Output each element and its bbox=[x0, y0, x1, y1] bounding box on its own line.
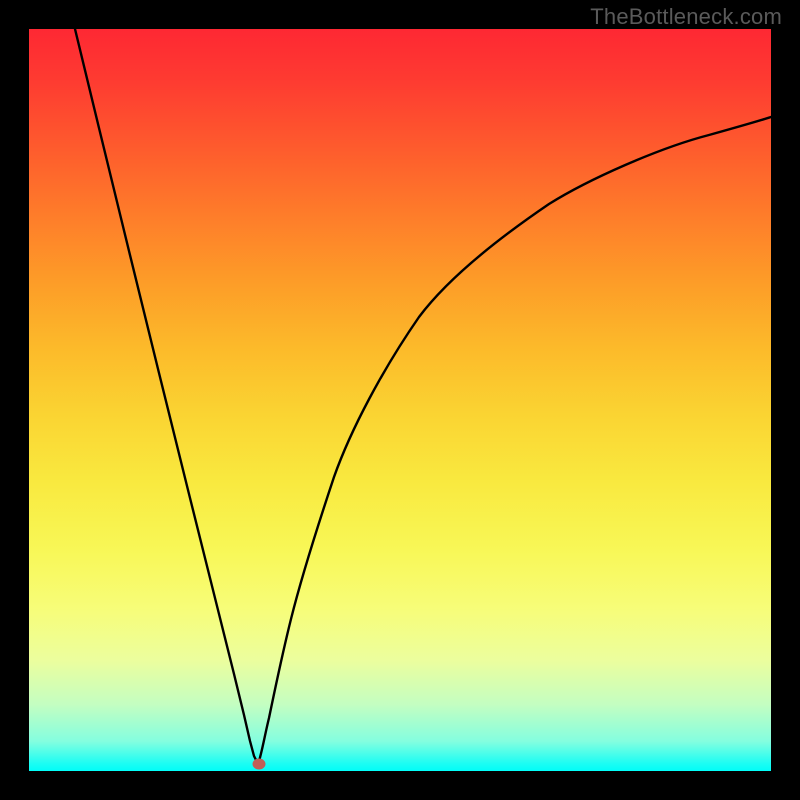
curve-right-branch bbox=[258, 117, 771, 764]
chart-frame: TheBottleneck.com bbox=[0, 0, 800, 800]
plot-area bbox=[29, 29, 771, 771]
curve-left-branch bbox=[75, 29, 258, 764]
bottleneck-curve bbox=[29, 29, 771, 771]
watermark-text: TheBottleneck.com bbox=[590, 4, 782, 30]
minimum-marker bbox=[253, 759, 266, 770]
